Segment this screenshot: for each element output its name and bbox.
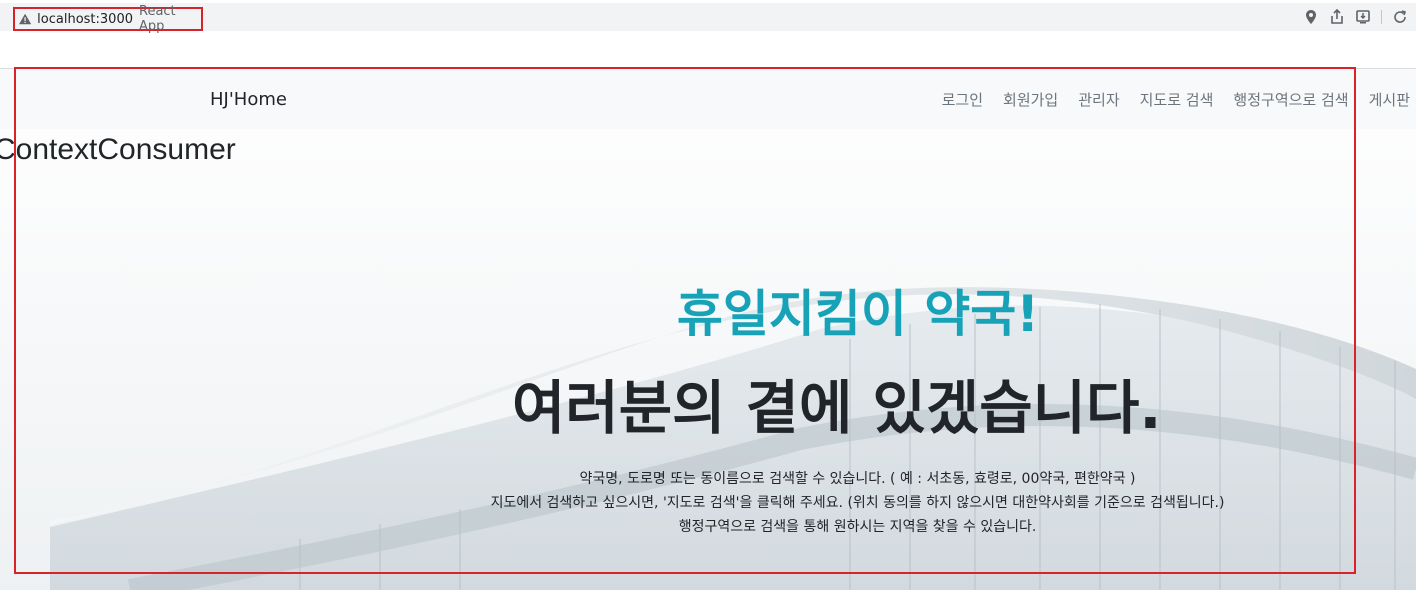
nav-item-map-search[interactable]: 지도로 검색 [1140,89,1214,110]
share-icon[interactable] [1329,8,1345,25]
browser-toolbar: localhost:3000 React App [0,3,1416,34]
brand-logo[interactable]: HJ'Home [210,89,287,110]
toolbar-divider [1381,10,1382,24]
nav-item-region-search[interactable]: 행정구역으로 검색 [1233,89,1348,110]
browser-actions [1303,8,1408,25]
url-text: localhost:3000 [37,11,133,27]
page-content: HJ'Home 로그인 회원가입 관리자 지도로 검색 행정구역으로 검색 게시… [0,68,1416,590]
location-icon[interactable] [1303,9,1319,25]
nav-menu: 로그인 회원가입 관리자 지도로 검색 행정구역으로 검색 게시판 [942,89,1410,110]
nav-item-login[interactable]: 로그인 [942,89,983,110]
hero-description: 약국명, 도로명 또는 동이름으로 검색할 수 있습니다. ( 예 : 서초동,… [410,467,1305,539]
hero-desc-line: 행정구역으로 검색을 통해 원하시는 지역을 찾을 수 있습니다. [678,519,1037,535]
hero-title: 휴일지킴이 약국! [676,285,1040,343]
hero-desc-line: 약국명, 도로명 또는 동이름으로 검색할 수 있습니다. ( 예 : 서초동,… [579,471,1136,487]
warning-icon [19,13,32,25]
navbar: HJ'Home 로그인 회원가입 관리자 지도로 검색 행정구역으로 검색 게시… [0,69,1416,129]
context-consumer-label: ContextConsumer [0,133,236,166]
hero-desc-line: 지도에서 검색하고 싶으시면, '지도로 검색'을 클릭해 주세요. (위치 동… [490,495,1225,511]
tab-title: React App [139,4,176,34]
nav-item-admin[interactable]: 관리자 [1078,89,1119,110]
address-bar[interactable]: localhost:3000 React App [13,4,203,34]
hero-subtitle: 여러분의 곁에 있겠습니다. [512,374,1162,442]
nav-item-board[interactable]: 게시판 [1369,89,1410,110]
reload-icon[interactable] [1392,9,1408,25]
nav-item-signup[interactable]: 회원가입 [1003,89,1058,110]
install-icon[interactable] [1355,9,1371,25]
